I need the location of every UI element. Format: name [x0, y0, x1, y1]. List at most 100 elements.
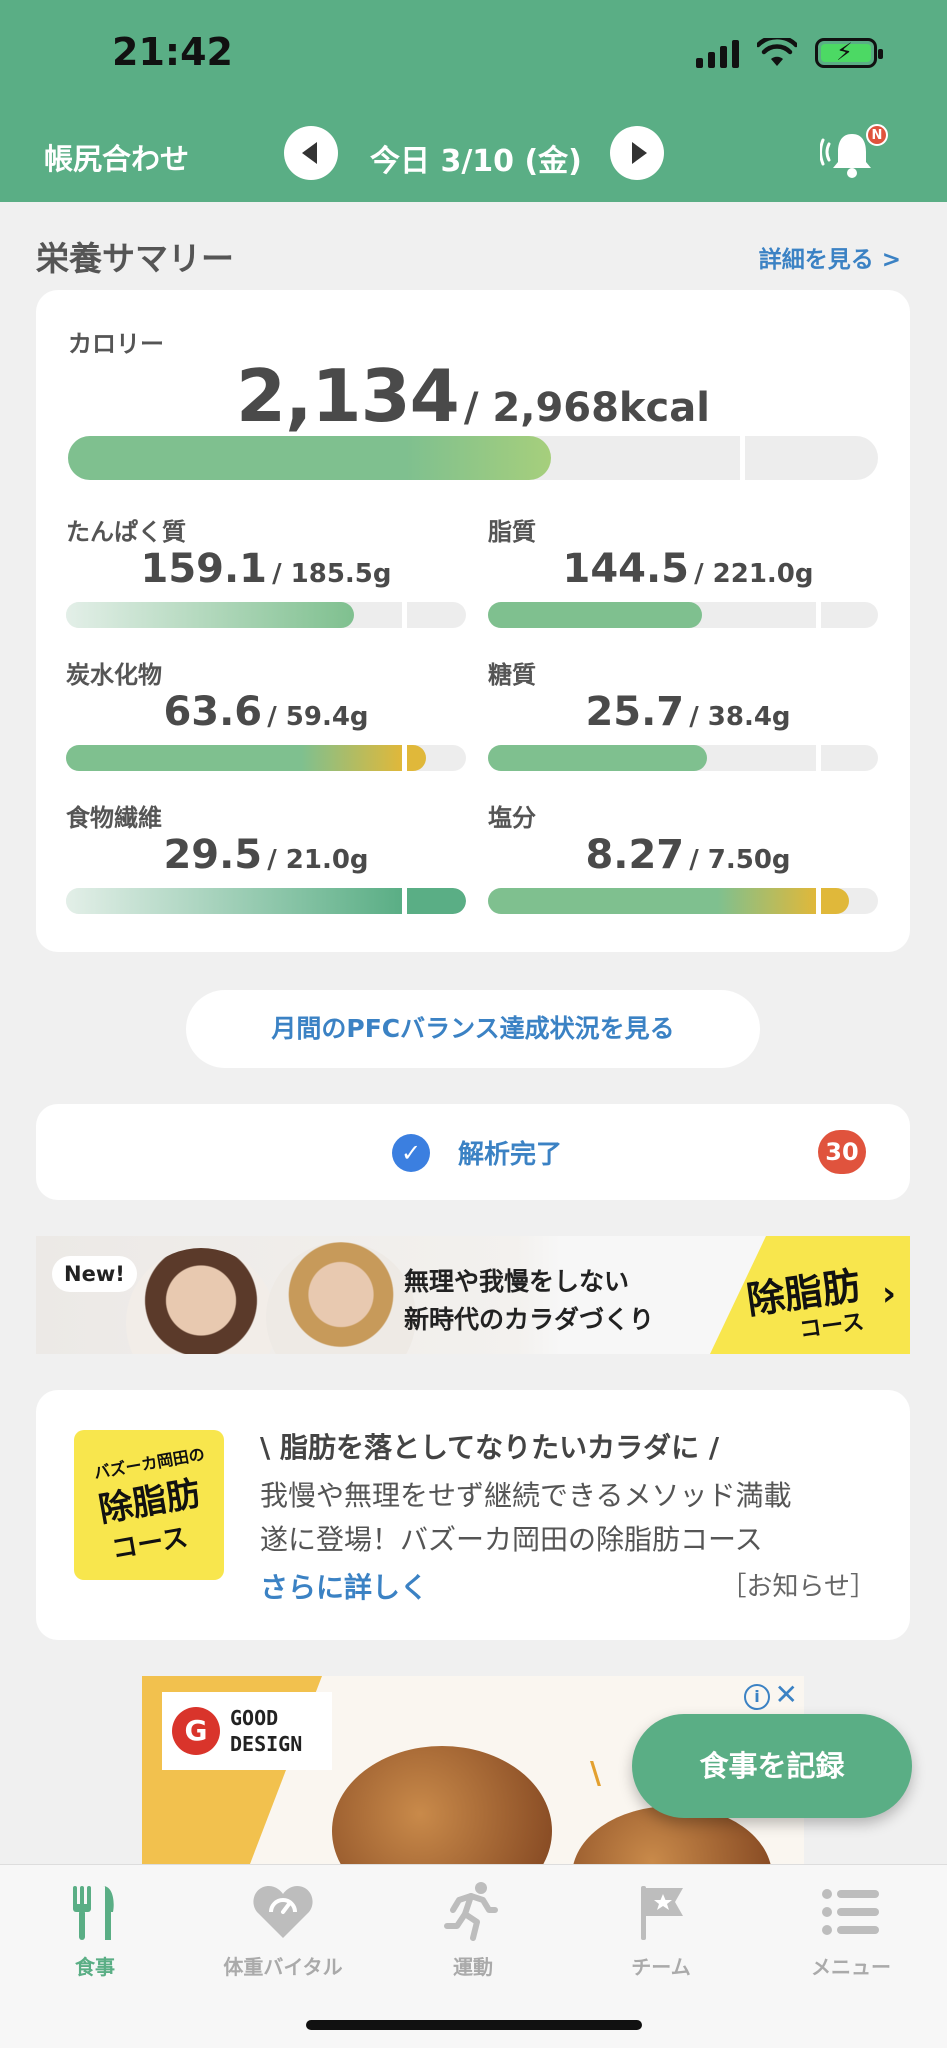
notice-headline: \ 脂肪を落としてなりたいカラダに / — [260, 1431, 720, 1464]
nutrient-progress-bar — [488, 888, 878, 914]
analysis-status: 解析完了 — [458, 1140, 563, 1170]
nutrient-progress-fill — [488, 888, 816, 914]
balance-title[interactable]: 帳尻合わせ — [44, 136, 189, 178]
ad-close-icon[interactable]: ✕ — [775, 1678, 798, 1711]
signal-icon — [696, 38, 739, 68]
analysis-count-badge: 30 — [818, 1130, 866, 1174]
date-label: 今日 3/10 (金) — [370, 144, 582, 179]
section-title: 栄養サマリー — [36, 239, 234, 278]
notice-card[interactable]: バズーカ岡田の 除脂肪 コース \ 脂肪を落としてなりたいカラダに / 我慢や無… — [36, 1390, 910, 1640]
runner-icon — [444, 1882, 498, 1941]
course-logo: バズーカ岡田の 除脂肪 コース — [74, 1430, 224, 1580]
tab-meal[interactable]: 食事 — [0, 1877, 190, 1987]
calorie-target-mark — [740, 436, 745, 480]
nutrient-name: 炭水化物 — [66, 661, 162, 689]
view-details-link[interactable]: 詳細を見る > — [759, 240, 901, 274]
calorie-progress-fill — [68, 436, 552, 480]
nutrient-target-mark — [402, 602, 407, 628]
ad-info-icon[interactable]: i — [744, 1684, 770, 1710]
nutrient-salt: 塩分 8.27 / 7.50g — [488, 798, 888, 928]
status-time: 21:42 — [112, 30, 233, 74]
banner-person-image — [126, 1248, 276, 1354]
calorie-progress-bar — [68, 436, 878, 480]
analysis-card[interactable]: ✓ 解析完了 30 — [36, 1104, 910, 1200]
record-meal-button[interactable]: 食事を記録 — [632, 1714, 912, 1818]
fork-knife-icon — [73, 1886, 114, 1940]
nutrient-value: 25.7 — [585, 689, 685, 735]
nutrient-target-mark — [815, 745, 821, 771]
nutrient-fat: 脂質 144.5 / 221.0g — [488, 512, 888, 642]
banner-line-2: 新時代のカラダづくり — [404, 1305, 655, 1334]
nutrient-progress-fill — [488, 602, 703, 628]
good-design-logo: G GOOD DESIGN — [162, 1692, 332, 1770]
nutrient-progress-bar — [488, 745, 878, 771]
top-bar: 21:42 ⚡ 帳尻合わせ 今日 3/10 (金) N — [0, 0, 947, 202]
nutrient-name: 糖質 — [488, 661, 536, 689]
nutrient-fiber: 食物繊維 29.5 / 21.0g — [66, 798, 466, 928]
ad-brand-line-1: GOOD — [230, 1706, 279, 1730]
chevron-right-icon: › — [881, 1274, 896, 1314]
nutrient-target: / 7.50g — [689, 845, 791, 875]
tab-exercise[interactable]: 運動 — [378, 1877, 568, 1987]
tab-label: 運動 — [453, 1955, 493, 1979]
tab-label: メニュー — [811, 1955, 891, 1979]
nutrient-target: / 221.0g — [694, 559, 814, 589]
monthly-pfc-button[interactable]: 月間のPFCバランス達成状況を見る — [186, 990, 760, 1068]
tab-label: 体重バイタル — [223, 1955, 343, 1979]
calorie-target: / 2,968kcal — [463, 385, 710, 431]
nutrient-target-mark — [815, 888, 821, 914]
nutrient-value: 63.6 — [163, 689, 263, 735]
new-badge: New! — [52, 1256, 137, 1292]
nutrient-target: / 185.5g — [272, 559, 392, 589]
calorie-value: 2,134 — [236, 354, 460, 438]
home-indicator — [306, 2020, 642, 2030]
nutrient-target-mark — [402, 888, 407, 914]
nutrition-summary-card: カロリー 2,134 / 2,968kcal たんぱく質 159.1 / 185… — [36, 290, 910, 952]
ad-slash-mark: \ — [590, 1756, 601, 1791]
nutrient-target-mark — [402, 745, 407, 771]
calorie-values: 2,134 / 2,968kcal — [36, 354, 910, 438]
notice-line-2: 遂に登場！バズーカ岡田の除脂肪コース — [260, 1523, 763, 1556]
nutrient-target-mark — [815, 602, 821, 628]
check-circle-icon: ✓ — [392, 1134, 430, 1172]
nutrient-progress-fill — [66, 602, 355, 628]
nutrient-target: / 59.4g — [267, 702, 369, 732]
nutrient-progress-fill — [66, 745, 402, 771]
nutrient-progress-fill — [66, 888, 402, 914]
g-mark-icon: G — [172, 1707, 220, 1755]
nutrient-progress-bar — [66, 745, 466, 771]
prev-day-button[interactable] — [284, 126, 338, 180]
notification-badge: N — [866, 124, 888, 146]
tab-team[interactable]: チーム — [566, 1877, 756, 1987]
status-icons: ⚡ — [696, 38, 883, 68]
nutrient-progress-bar — [488, 602, 878, 628]
course-banner[interactable]: New! 無理や我慢をしない 新時代のカラダづくり 除脂肪 コース › — [36, 1236, 910, 1354]
tab-label: チーム — [631, 1955, 691, 1979]
nutrient-target: / 21.0g — [267, 845, 369, 875]
nutrient-value: 144.5 — [562, 546, 690, 592]
nutrient-progress-fill — [488, 745, 708, 771]
nutrient-carbohydrate: 炭水化物 63.6 / 59.4g — [66, 655, 466, 785]
notice-line-1: 我慢や無理をせず継続できるメソッド満載 — [260, 1479, 792, 1512]
nutrient-name: 食物繊維 — [66, 804, 162, 832]
read-more-link[interactable]: さらに詳しく — [260, 1566, 428, 1606]
chevron-right-icon — [631, 142, 647, 164]
nutrient-target: / 38.4g — [689, 702, 791, 732]
nutrient-name: たんぱく質 — [66, 518, 186, 546]
flag-star-icon — [641, 1886, 683, 1940]
banner-line-1: 無理や我慢をしない — [404, 1267, 630, 1296]
bread-image — [332, 1746, 552, 1864]
heart-scale-icon — [253, 1886, 313, 1938]
tab-weight-vitals[interactable]: 体重バイタル — [188, 1877, 378, 1987]
list-menu-icon — [822, 1889, 879, 1935]
battery-icon: ⚡ — [815, 38, 883, 68]
nutrient-name: 塩分 — [488, 804, 536, 832]
tab-menu[interactable]: メニュー — [756, 1877, 946, 1987]
nutrient-name: 脂質 — [488, 518, 536, 546]
notice-tag: ［お知らせ］ — [720, 1572, 876, 1602]
tab-label: 食事 — [75, 1955, 115, 1979]
wifi-icon — [757, 38, 797, 66]
notification-button[interactable]: N — [819, 124, 890, 182]
next-day-button[interactable] — [610, 126, 664, 180]
nutrient-protein: たんぱく質 159.1 / 185.5g — [66, 512, 466, 642]
